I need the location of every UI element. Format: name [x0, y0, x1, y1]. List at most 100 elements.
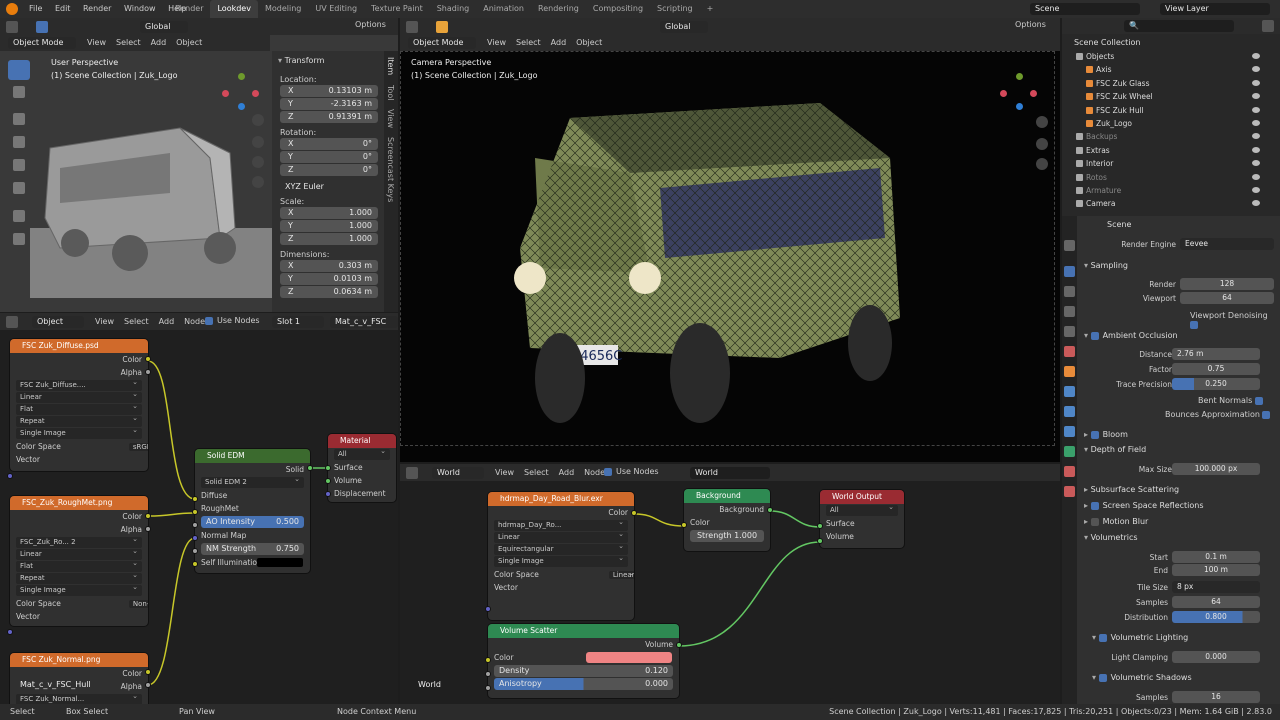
zoom-icon[interactable]: [252, 114, 264, 126]
sidebar-tab-tool[interactable]: Tool: [386, 85, 395, 101]
outliner-item-fsc-zuk-glass[interactable]: FSC Zuk Glass: [1062, 77, 1280, 90]
edm-group-selector[interactable]: Solid EDM 2: [201, 474, 304, 488]
environment-texture-node[interactable]: hdrmap_Day_Road_Blur.exr Color hdrmap_Da…: [488, 492, 634, 620]
tile-size-dropdown[interactable]: 8 px: [1172, 581, 1260, 593]
scale-x-field[interactable]: X 1.000: [280, 207, 378, 219]
mode-dropdown[interactable]: Object Mode: [8, 37, 76, 49]
pan-hand-icon[interactable]: [252, 136, 264, 148]
outliner-item-camera[interactable]: Camera: [1062, 197, 1280, 210]
hdr-color-socket[interactable]: [631, 510, 637, 516]
location-x-field[interactable]: X 0.13103 m: [280, 85, 378, 97]
select-mode-icon-2[interactable]: [436, 21, 448, 33]
motion-blur-panel-header[interactable]: ▸ Motion Blur: [1084, 514, 1148, 529]
rotation-y-field[interactable]: Y 0°: [280, 151, 378, 163]
render-engine-dropdown[interactable]: Eevee: [1180, 238, 1274, 250]
scale-z-field[interactable]: Z 1.000: [280, 233, 378, 245]
menu-edit[interactable]: Edit: [50, 0, 76, 18]
output-tab-icon[interactable]: [1064, 286, 1075, 297]
tab-animation[interactable]: Animation: [476, 0, 531, 18]
diffuse-extension[interactable]: Repeat: [16, 413, 142, 427]
zoom-icon-2[interactable]: [1036, 116, 1048, 128]
mode-dropdown-2[interactable]: Object Mode: [408, 37, 476, 49]
rough-image-selector[interactable]: FSC_Zuk_Ro... 2: [16, 534, 142, 548]
diffuse-interpolation[interactable]: Linear: [16, 389, 142, 403]
bg-strength-field[interactable]: Strength 1.000: [690, 530, 764, 542]
visibility-eye-icon[interactable]: [1252, 133, 1260, 140]
location-z-field[interactable]: Z 0.91391 m: [280, 111, 378, 123]
particles-tab-icon[interactable]: [1064, 406, 1075, 417]
edm-normal-socket[interactable]: [192, 535, 198, 541]
image-texture-node-roughmet[interactable]: FSC_Zuk_RoughMet.png Color Alpha FSC_Zuk…: [10, 496, 148, 626]
edm-solid-socket[interactable]: [307, 465, 313, 471]
viewport-camera[interactable]: Global Options Object Mode View Select Add…: [400, 18, 1060, 462]
vs-density-field[interactable]: Density 0.120: [494, 665, 673, 677]
options-button[interactable]: Options: [355, 20, 386, 29]
edm-ao-socket[interactable]: [192, 522, 198, 528]
measure-tool-icon[interactable]: [13, 233, 25, 245]
matout-volume-socket[interactable]: [325, 478, 331, 484]
world-node-editor[interactable]: World View Select Add Node Use Nodes World …: [400, 464, 1060, 704]
edm-diffuse-socket[interactable]: [192, 496, 198, 502]
vs-anisotropy-slider[interactable]: Anisotropy 0.000: [494, 678, 673, 690]
menu-file[interactable]: File: [24, 0, 47, 18]
editor-type-icon[interactable]: [6, 21, 18, 33]
wout-target[interactable]: All: [826, 502, 898, 516]
vol-shadows-subpanel[interactable]: ▾ Volumetric Shadows: [1092, 670, 1192, 685]
vs-color-swatch[interactable]: [586, 652, 672, 663]
hdr-image-selector[interactable]: hdrmap_Day_Ro...: [494, 517, 628, 531]
diffuse-source[interactable]: Single Image: [16, 425, 142, 439]
visibility-eye-icon[interactable]: [1252, 93, 1260, 100]
rotate-tool-icon[interactable]: [13, 136, 25, 148]
render-tab-icon[interactable]: [1064, 266, 1075, 277]
visibility-eye-icon[interactable]: [1252, 200, 1260, 207]
sidebar-tab-item[interactable]: Item: [386, 57, 395, 75]
outliner-item-armature[interactable]: Armature: [1062, 184, 1280, 197]
nm-strength-slider[interactable]: NM Strength 0.750: [201, 543, 304, 555]
diffuse-projection[interactable]: Flat: [16, 401, 142, 415]
trace-precision-slider[interactable]: 0.250: [1172, 378, 1260, 390]
vp1-menu-select[interactable]: Select: [111, 37, 146, 49]
diffuse-vector-socket[interactable]: [7, 473, 13, 479]
shadow-samples-field[interactable]: 16: [1172, 691, 1260, 703]
rough-alpha-socket[interactable]: [145, 526, 151, 532]
vp2-menu-add[interactable]: Add: [546, 37, 572, 49]
select-tool-icon[interactable]: [8, 60, 30, 80]
transform-tool-icon[interactable]: [13, 182, 25, 194]
texture-tab-icon[interactable]: [1064, 486, 1075, 497]
scene-tab-icon[interactable]: [1064, 326, 1075, 337]
outliner-item-rotos[interactable]: Rotos: [1062, 171, 1280, 184]
outliner-item-fsc-zuk-wheel[interactable]: FSC Zuk Wheel: [1062, 90, 1280, 103]
annotate-tool-icon[interactable]: [13, 210, 25, 222]
view-layer-tab-icon[interactable]: [1064, 306, 1075, 317]
outliner-item-extras[interactable]: Extras: [1062, 144, 1280, 157]
visibility-eye-icon[interactable]: [1252, 173, 1260, 180]
physics-tab-icon[interactable]: [1064, 426, 1075, 437]
bg-color-socket[interactable]: [681, 522, 687, 528]
group-node-solid-edm[interactable]: Solid EDM Solid Solid EDM 2 Diffuse Roug…: [195, 449, 310, 573]
outliner-item-backups[interactable]: Backups: [1062, 130, 1280, 143]
edm-self-socket[interactable]: [192, 561, 198, 567]
visibility-eye-icon[interactable]: [1252, 120, 1260, 126]
menu-render[interactable]: Render: [78, 0, 116, 18]
diffuse-image-selector[interactable]: FSC Zuk_Diffuse....: [16, 377, 142, 391]
rotation-mode-dropdown[interactable]: XYZ Euler: [280, 181, 378, 193]
render-samples-field[interactable]: 128: [1180, 278, 1274, 290]
constraints-tab-icon[interactable]: [1064, 446, 1075, 457]
add-workspace-button[interactable]: +: [700, 0, 721, 18]
vp1-menu-view[interactable]: View: [82, 37, 111, 49]
world-tab-icon[interactable]: [1064, 346, 1075, 357]
hdr-colorspace[interactable]: Linear: [608, 571, 634, 579]
tab-compositing[interactable]: Compositing: [586, 0, 650, 18]
background-node[interactable]: Background Background Color Strength 1.0…: [684, 489, 770, 551]
visibility-eye-icon[interactable]: [1252, 106, 1260, 113]
volume-scatter-node[interactable]: Volume Scatter Volume Color Density 0.120…: [488, 624, 679, 698]
dof-panel-header[interactable]: ▾ Depth of Field: [1084, 442, 1146, 457]
orientation-dropdown-2[interactable]: Global: [660, 21, 708, 33]
vp2-menu-view[interactable]: View: [482, 37, 511, 49]
move-tool-icon[interactable]: [13, 113, 25, 125]
rough-projection[interactable]: Flat: [16, 558, 142, 572]
visibility-eye-icon[interactable]: [1252, 79, 1260, 86]
visibility-eye-icon[interactable]: [1252, 53, 1260, 59]
ao-intensity-slider[interactable]: AO Intensity 0.500: [201, 516, 304, 528]
bounces-approx-checkbox[interactable]: Bounces Approximation: [1165, 410, 1274, 419]
